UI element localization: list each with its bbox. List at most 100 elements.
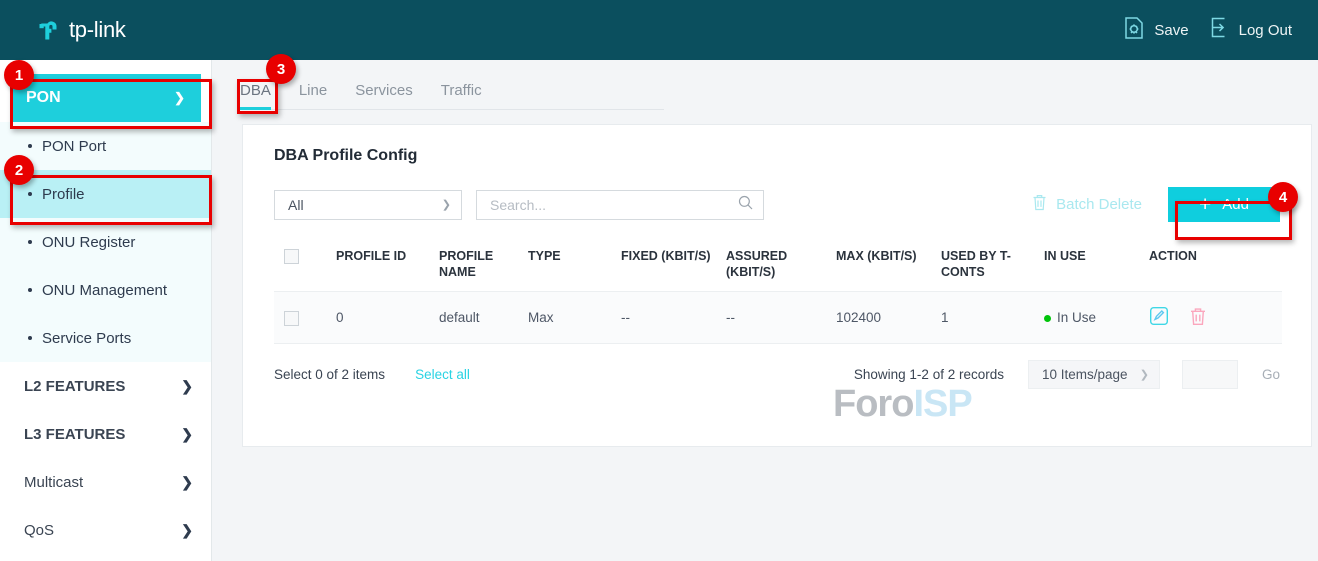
trash-icon <box>1032 194 1047 215</box>
save-gear-document-icon <box>1123 16 1145 45</box>
plus-icon: + <box>1199 194 1211 215</box>
sidebar-item-onu-register[interactable]: ONU Register <box>0 218 211 266</box>
logout-arrow-icon <box>1209 16 1230 44</box>
column-header-profile-id: PROFILE ID <box>336 240 439 292</box>
brand-logo[interactable]: tp-link <box>34 16 126 44</box>
cell-in-use: In Use <box>1044 292 1149 344</box>
watermark-part2: ISP <box>913 383 971 425</box>
chevron-down-icon: ❯ <box>174 90 185 106</box>
selection-count: Select 0 of 2 items <box>274 367 385 382</box>
chevron-right-icon: ❯ <box>181 474 193 491</box>
column-header-assured: ASSURED (KBIT/S) <box>726 240 836 292</box>
logout-label: Log Out <box>1239 22 1292 39</box>
content-card: DBA Profile Config All ❯ Batch Delete <box>242 124 1312 447</box>
annotation-badge-2: 2 <box>4 155 34 185</box>
dba-profile-table: PROFILE ID PROFILE NAME TYPE FIXED (KBIT… <box>274 240 1282 344</box>
brand-name: tp-link <box>69 17 126 43</box>
go-button[interactable]: Go <box>1262 367 1280 382</box>
annotation-badge-4: 4 <box>1268 182 1298 212</box>
sidebar-item-l3-features[interactable]: L3 FEATURES ❯ <box>0 410 211 458</box>
sidebar-subitems: PON Port Profile ONU Register ONU Manage… <box>0 122 211 362</box>
edit-icon[interactable] <box>1149 306 1169 329</box>
table-footer: Select 0 of 2 items Select all Showing 1… <box>274 360 1280 389</box>
cell-max: 102400 <box>836 292 941 344</box>
tab-label: DBA <box>240 82 271 99</box>
tab-services[interactable]: Services <box>341 78 427 109</box>
sidebar: PON ❯ PON Port Profile ONU Register ONU … <box>0 60 212 561</box>
sidebar-item-label: Service Ports <box>42 330 131 347</box>
column-header-action: ACTION <box>1149 240 1282 292</box>
row-checkbox[interactable] <box>284 311 299 326</box>
chevron-right-icon: ❯ <box>181 378 193 395</box>
annotation-badge-3: 3 <box>266 54 296 84</box>
cell-type: Max <box>528 292 621 344</box>
chevron-right-icon: ❯ <box>181 522 193 539</box>
tab-label: Traffic <box>441 82 482 99</box>
sidebar-item-label: ONU Management <box>42 282 167 299</box>
sidebar-item-qos[interactable]: QoS ❯ <box>0 506 211 554</box>
tab-label: Line <box>299 82 327 99</box>
column-header-fixed: FIXED (KBIT/S) <box>621 240 726 292</box>
tplink-logo-icon <box>34 16 62 44</box>
cell-profile-name: default <box>439 292 528 344</box>
save-button[interactable]: Save <box>1123 16 1188 45</box>
select-all-checkbox[interactable] <box>284 249 299 264</box>
row-select-cell <box>274 292 336 344</box>
save-label: Save <box>1154 22 1188 39</box>
page-size-select[interactable]: 10 Items/page ❯ <box>1028 360 1160 389</box>
table-toolbar: All ❯ Batch Delete + Add <box>274 187 1280 222</box>
status-badge: In Use <box>1057 310 1096 325</box>
chevron-down-icon: ❯ <box>442 198 451 211</box>
sidebar-item-label: PON Port <box>42 138 106 155</box>
sidebar-item-service-ports[interactable]: Service Ports <box>0 314 211 362</box>
bullet-icon <box>28 144 32 148</box>
watermark-part1: Foro <box>833 383 913 425</box>
cell-used-by-tconts: 1 <box>941 292 1044 344</box>
filter-select[interactable]: All ❯ <box>274 190 462 220</box>
page-title: DBA Profile Config <box>243 125 1311 165</box>
column-header-in-use: IN USE <box>1044 240 1149 292</box>
select-all-header <box>274 240 336 292</box>
cell-assured: -- <box>726 292 836 344</box>
sidebar-item-label: ONU Register <box>42 234 135 251</box>
tab-line[interactable]: Line <box>285 78 341 109</box>
sidebar-item-onu-management[interactable]: ONU Management <box>0 266 211 314</box>
search-icon[interactable] <box>738 195 753 215</box>
chevron-right-icon: ❯ <box>181 426 193 443</box>
bullet-icon <box>28 288 32 292</box>
batch-delete-button[interactable]: Batch Delete <box>1032 194 1142 215</box>
bullet-icon <box>28 192 32 196</box>
tab-traffic[interactable]: Traffic <box>427 78 496 109</box>
sidebar-item-label: L2 FEATURES <box>24 378 125 395</box>
sidebar-item-multicast[interactable]: Multicast ❯ <box>0 458 211 506</box>
column-header-used-by-tconts: USED BY T-CONTS <box>941 240 1044 292</box>
chevron-down-icon: ❯ <box>1140 368 1149 381</box>
add-label: Add <box>1222 196 1249 213</box>
watermark: ForoISP <box>833 383 972 426</box>
sidebar-item-label: Multicast <box>24 474 83 491</box>
sidebar-item-l2-features[interactable]: L2 FEATURES ❯ <box>0 362 211 410</box>
page-number-input[interactable] <box>1182 360 1238 389</box>
add-button[interactable]: + Add <box>1168 187 1280 222</box>
tab-label: Services <box>355 82 413 99</box>
sidebar-item-label: QoS <box>24 522 54 539</box>
annotation-badge-1: 1 <box>4 60 34 90</box>
sidebar-item-label: Profile <box>42 186 85 203</box>
batch-delete-label: Batch Delete <box>1056 196 1142 213</box>
cell-profile-id: 0 <box>336 292 439 344</box>
tab-bar: DBA Line Services Traffic <box>238 78 664 110</box>
column-header-max: MAX (KBIT/S) <box>836 240 941 292</box>
search-input[interactable] <box>490 197 738 213</box>
logout-button[interactable]: Log Out <box>1209 16 1292 44</box>
sidebar-pon-group[interactable]: PON ❯ <box>10 74 201 122</box>
select-all-link[interactable]: Select all <box>415 367 470 382</box>
column-header-type: TYPE <box>528 240 621 292</box>
search-box[interactable] <box>476 190 764 220</box>
delete-icon[interactable] <box>1189 307 1207 329</box>
bullet-icon <box>28 240 32 244</box>
page-size-value: 10 Items/page <box>1042 367 1128 382</box>
table-row[interactable]: 0 default Max -- -- 102400 1 In Use <box>274 292 1282 344</box>
bullet-icon <box>28 336 32 340</box>
filter-value: All <box>288 197 304 213</box>
records-summary: Showing 1-2 of 2 records <box>854 367 1004 382</box>
